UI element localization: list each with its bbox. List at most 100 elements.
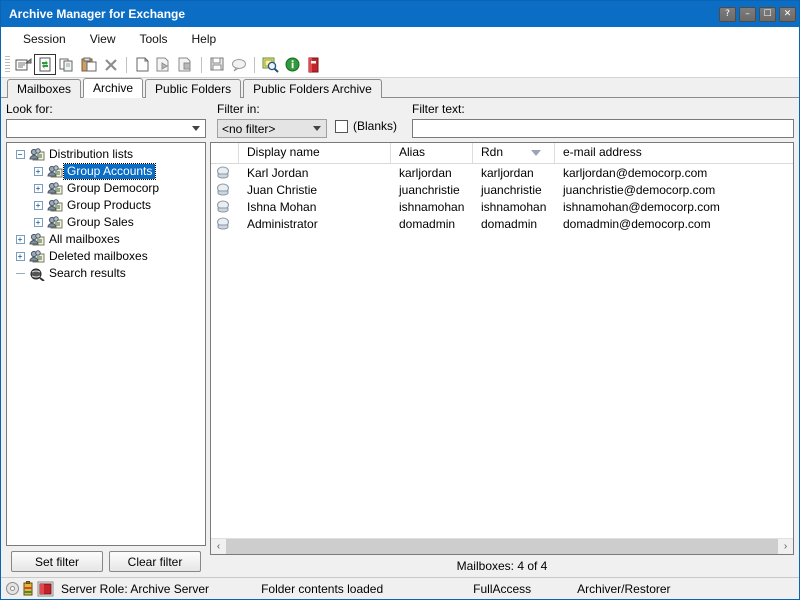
menu-item-session[interactable]: Session: [11, 29, 78, 49]
menu-item-view[interactable]: View: [78, 29, 128, 49]
tree-item-label: Group Products: [64, 198, 154, 213]
blanks-checkbox[interactable]: [335, 120, 348, 133]
cell-display-name: Karl Jordan: [239, 166, 391, 180]
status-bar: Server Role: Archive Server Folder conte…: [1, 577, 799, 599]
tree-item-group-democorp[interactable]: + Group Democorp: [9, 180, 203, 197]
properties-icon[interactable]: [12, 54, 34, 75]
column-header-display-name[interactable]: Display name: [239, 143, 391, 163]
scrollbar-thumb[interactable]: [226, 539, 778, 554]
navigation-tree[interactable]: − Distribution lists: [6, 142, 206, 546]
tree-leaf-connector: [11, 273, 29, 274]
new-document-icon[interactable]: [131, 54, 153, 75]
column-header-icon[interactable]: [211, 143, 239, 163]
cell-alias: juanchristie: [391, 183, 473, 197]
column-header-alias[interactable]: Alias: [391, 143, 473, 163]
collapse-expander-icon[interactable]: −: [11, 150, 29, 159]
main-split: − Distribution lists: [6, 142, 794, 577]
tree-item-deleted-mailboxes[interactable]: + Deleted mailboxes: [9, 248, 203, 265]
cell-rdn: ishnamohan: [473, 200, 555, 214]
tree-item-label: Group Accounts: [64, 164, 155, 179]
mailbox-icon: [211, 166, 239, 179]
cell-alias: domadmin: [391, 217, 473, 231]
expand-expander-icon[interactable]: +: [29, 167, 47, 176]
tree-item-group-accounts[interactable]: + Group Accounts: [9, 163, 203, 180]
expand-expander-icon[interactable]: +: [11, 235, 29, 244]
toolbar-separator: [254, 57, 255, 73]
toolbar-separator: [126, 57, 127, 73]
look-for-label: Look for:: [6, 102, 206, 116]
expand-expander-icon[interactable]: +: [29, 201, 47, 210]
title-bar: Archive Manager for Exchange ? – ☐ ✕: [1, 1, 799, 27]
tab-archive[interactable]: Archive: [83, 78, 143, 98]
column-header-email[interactable]: e-mail address: [555, 143, 793, 163]
menu-item-tools[interactable]: Tools: [128, 29, 180, 49]
minimize-button[interactable]: –: [739, 7, 756, 22]
close-button[interactable]: ✕: [779, 7, 796, 22]
paste-icon[interactable]: [78, 54, 100, 75]
table-row[interactable]: Karl Jordan karljordan karljordan karljo…: [211, 164, 793, 181]
tree-item-label: Search results: [46, 266, 129, 281]
menu-item-help[interactable]: Help: [180, 29, 229, 49]
mailbox-list-view[interactable]: Display name Alias Rdn e-mail address: [210, 142, 794, 555]
right-pane: Display name Alias Rdn e-mail address: [210, 142, 794, 577]
table-row[interactable]: Juan Christie juanchristie juanchristie …: [211, 181, 793, 198]
toolbar-grip[interactable]: [5, 56, 10, 73]
filter-in-combo[interactable]: <no filter>: [217, 119, 327, 138]
save-icon[interactable]: [206, 54, 228, 75]
horizontal-scrollbar[interactable]: ‹ ›: [211, 538, 793, 554]
tab-mailboxes[interactable]: Mailboxes: [7, 79, 81, 98]
table-row[interactable]: Ishna Mohan ishnamohan ishnamohan ishnam…: [211, 198, 793, 215]
status-server-role: Server Role: Archive Server: [61, 582, 209, 596]
refresh-icon[interactable]: [34, 54, 56, 75]
tab-public-folders-archive[interactable]: Public Folders Archive: [243, 79, 382, 98]
clear-filter-button[interactable]: Clear filter: [109, 551, 201, 572]
scroll-right-button[interactable]: ›: [778, 539, 793, 554]
look-for-combo[interactable]: [6, 119, 206, 138]
tab-public-folders[interactable]: Public Folders: [145, 79, 241, 98]
set-filter-button[interactable]: Set filter: [11, 551, 103, 572]
table-row[interactable]: Administrator domadmin domadmin domadmin…: [211, 215, 793, 232]
delete-icon[interactable]: [100, 54, 122, 75]
toolbar: [1, 52, 799, 78]
tree-item-distribution-lists[interactable]: − Distribution lists: [9, 146, 203, 163]
search-icon[interactable]: [259, 54, 281, 75]
archive-box-icon[interactable]: [303, 54, 325, 75]
filter-in-group: Filter in: <no filter>: [217, 102, 327, 138]
tree-item-search-results[interactable]: Search results: [9, 265, 203, 282]
tree-item-group-products[interactable]: + Group Products: [9, 197, 203, 214]
tree-item-group-sales[interactable]: + Group Sales: [9, 214, 203, 231]
copy-icon[interactable]: [56, 54, 78, 75]
info-icon[interactable]: [281, 54, 303, 75]
blanks-checkbox-group[interactable]: (Blanks): [335, 102, 397, 133]
toolbar-separator: [201, 57, 202, 73]
menu-bar: Session View Tools Help: [1, 27, 799, 52]
status-role: Archiver/Restorer: [577, 582, 670, 596]
sort-descending-icon: [531, 150, 541, 156]
filter-text-input[interactable]: [412, 119, 794, 138]
status-folder-state: Folder contents loaded: [261, 582, 383, 596]
cell-alias: karljordan: [391, 166, 473, 180]
tree-item-label: All mailboxes: [46, 232, 123, 247]
expand-expander-icon[interactable]: +: [29, 218, 47, 227]
cell-email: domadmin@democorp.com: [555, 217, 793, 231]
mailbox-icon: [211, 217, 239, 230]
expand-expander-icon[interactable]: +: [11, 252, 29, 261]
cell-display-name: Ishna Mohan: [239, 200, 391, 214]
column-header-rdn[interactable]: Rdn: [473, 143, 555, 163]
restore-document-icon[interactable]: [153, 54, 175, 75]
search-results-icon: [29, 267, 46, 281]
maximize-button[interactable]: ☐: [759, 7, 776, 22]
group-list-icon: [47, 199, 64, 213]
tree-item-label: Group Democorp: [64, 181, 162, 196]
scroll-left-button[interactable]: ‹: [211, 539, 226, 554]
archive-document-icon[interactable]: [175, 54, 197, 75]
comment-icon[interactable]: [228, 54, 250, 75]
expand-expander-icon[interactable]: +: [29, 184, 47, 193]
help-button[interactable]: ?: [719, 7, 736, 22]
cell-email: juanchristie@democorp.com: [555, 183, 793, 197]
archive-store-icon: [37, 581, 54, 597]
scrollbar-track[interactable]: [226, 539, 778, 554]
look-for-group: Look for:: [6, 102, 206, 138]
tree-item-all-mailboxes[interactable]: + All mailboxes: [9, 231, 203, 248]
tree-item-label: Distribution lists: [46, 147, 136, 162]
